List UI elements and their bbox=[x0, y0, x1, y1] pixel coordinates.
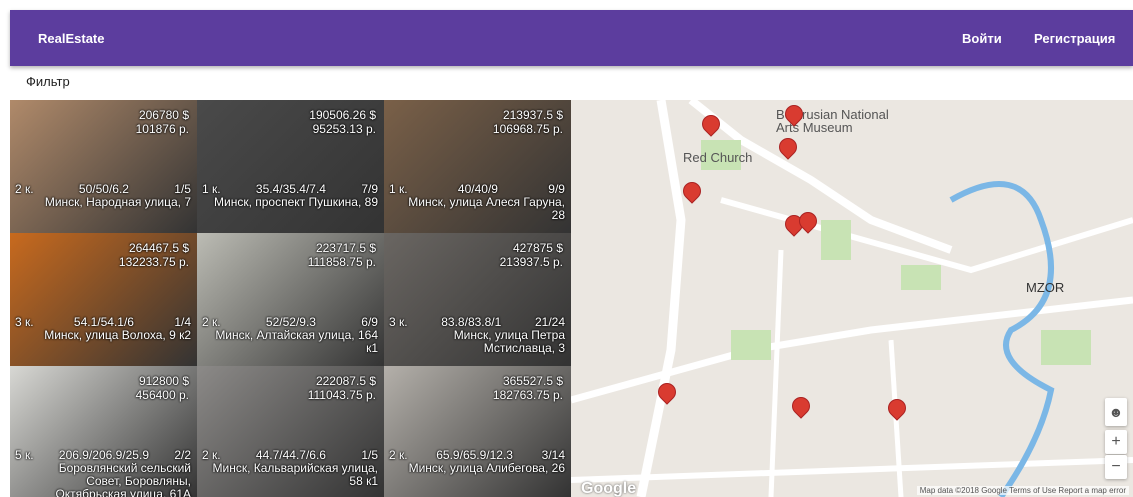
price-usd: 912800 $ bbox=[138, 374, 189, 388]
listing-card[interactable]: 912800 $456400 р. 5 к. 206.9/206.9/25.9 2/2… bbox=[10, 366, 197, 497]
listing-rooms: 1 к. bbox=[389, 182, 408, 196]
listing-rooms: 2 к. bbox=[15, 182, 34, 196]
listing-area: 35.4/35.4/7.4 bbox=[255, 182, 326, 196]
listing-price: 190506.26 $95253.13 р. bbox=[309, 108, 376, 136]
listing-area: 54.1/54.1/6 bbox=[73, 315, 134, 329]
price-usd: 427875 $ bbox=[512, 241, 563, 255]
listing-rooms: 1 к. bbox=[202, 182, 221, 196]
listing-rooms: 5 к. bbox=[15, 448, 34, 462]
login-link[interactable]: Войти bbox=[962, 31, 1002, 46]
map-attribution[interactable]: Map data ©2018 Google Terms of Use Repor… bbox=[916, 486, 1129, 495]
listing-rooms: 2 к. bbox=[389, 448, 408, 462]
map[interactable]: Belarusian National Arts Museum Red Chur… bbox=[571, 100, 1133, 497]
listing-card[interactable]: 223717.5 $111858.75 р. 2 к. 52/52/9.3 6/9 Ми… bbox=[197, 233, 384, 366]
listing-card[interactable]: 365527.5 $182763.75 р. 2 к. 65.9/65.9/12.3… bbox=[384, 366, 571, 497]
listing-meta: 2 к. 44.7/44.7/6.6 1/5 bbox=[202, 448, 378, 462]
listing-floor: 1/5 bbox=[361, 448, 378, 462]
listing-floor: 2/2 bbox=[174, 448, 191, 462]
listing-meta: 2 к. 52/52/9.3 6/9 bbox=[202, 315, 378, 329]
listing-area: 52/52/9.3 bbox=[265, 315, 316, 329]
listing-price: 264467.5 $132233.75 р. bbox=[119, 241, 189, 269]
listing-address: Минск, проспект Пушкина, 89 bbox=[214, 195, 378, 209]
map-label-mzor: MZOR bbox=[1026, 280, 1065, 295]
listing-area: 44.7/44.7/6.6 bbox=[255, 448, 326, 462]
listing-area: 206.9/206.9/25.9 bbox=[58, 448, 149, 462]
listing-floor: 9/9 bbox=[548, 182, 565, 196]
register-link[interactable]: Регистрация bbox=[1034, 31, 1115, 46]
listing-meta: 3 к. 54.1/54.1/6 1/4 bbox=[15, 315, 191, 329]
street-view-icon[interactable]: ☻ bbox=[1105, 398, 1127, 426]
listing-address: Минск, улица Алибегова, 26 bbox=[408, 461, 565, 475]
listing-price: 206780 $101876 р. bbox=[136, 108, 189, 136]
listing-address: Минск, Кальварийская улица, 58 к1 bbox=[212, 461, 379, 488]
listing-rooms: 3 к. bbox=[15, 315, 34, 329]
listing-address: Минск, улица Петра Мстиславца, 3 bbox=[453, 328, 565, 355]
listing-meta: 2 к. 50/50/6.2 1/5 bbox=[15, 182, 191, 196]
filter-toggle[interactable]: Фильтр bbox=[26, 74, 70, 89]
listing-area: 65.9/65.9/12.3 bbox=[436, 448, 513, 462]
price-byn: 213937.5 р. bbox=[499, 255, 563, 269]
listing-area: 50/50/6.2 bbox=[78, 182, 129, 196]
price-usd: 223717.5 $ bbox=[315, 241, 376, 255]
google-logo: Google bbox=[581, 480, 637, 497]
price-usd: 264467.5 $ bbox=[128, 241, 189, 255]
price-usd: 206780 $ bbox=[138, 108, 189, 122]
listing-price: 213937.5 $106968.75 р. bbox=[493, 108, 563, 136]
listing-price: 222087.5 $111043.75 р. bbox=[308, 374, 376, 402]
price-usd: 213937.5 $ bbox=[502, 108, 563, 122]
listing-floor: 6/9 bbox=[361, 315, 378, 329]
price-byn: 111043.75 р. bbox=[307, 388, 376, 402]
listing-card[interactable]: 427875 $213937.5 р. 3 к. 83.8/83.8/1 21/24 М… bbox=[384, 233, 571, 366]
price-byn: 101876 р. bbox=[135, 122, 189, 136]
listing-price: 223717.5 $111858.75 р. bbox=[308, 241, 376, 269]
price-byn: 111858.75 р. bbox=[307, 255, 376, 269]
listing-card[interactable]: 222087.5 $111043.75 р. 2 к. 44.7/44.7/6.6 1… bbox=[197, 366, 384, 497]
listing-address: Боровлянский сельский Совет, Боровляны, … bbox=[55, 461, 191, 497]
listing-area: 83.8/83.8/1 bbox=[441, 315, 502, 329]
listing-floor: 21/24 bbox=[534, 315, 565, 329]
listing-card[interactable]: 206780 $101876 р. 2 к. 50/50/6.2 1/5 Минск, … bbox=[10, 100, 197, 233]
listing-card[interactable]: 264467.5 $132233.75 р. 3 к. 54.1/54.1/6 1/4… bbox=[10, 233, 197, 366]
listing-floor: 1/5 bbox=[174, 182, 191, 196]
zoom-in-button[interactable]: + bbox=[1105, 430, 1127, 454]
listing-meta: 3 к. 83.8/83.8/1 21/24 bbox=[389, 315, 565, 329]
listing-address: Минск, Алтайская улица, 164 к1 bbox=[215, 328, 378, 355]
price-usd: 190506.26 $ bbox=[309, 108, 376, 122]
listing-card[interactable]: 190506.26 $95253.13 р. 1 к. 35.4/35.4/7.4 7… bbox=[197, 100, 384, 233]
listing-area: 40/40/9 bbox=[457, 182, 498, 196]
price-byn: 182763.75 р. bbox=[492, 388, 563, 402]
price-byn: 106968.75 р. bbox=[492, 122, 563, 136]
price-byn: 95253.13 р. bbox=[312, 122, 376, 136]
listing-grid: 206780 $101876 р. 2 к. 50/50/6.2 1/5 Минск, … bbox=[10, 100, 571, 497]
listing-meta: 2 к. 65.9/65.9/12.3 3/14 bbox=[389, 448, 565, 462]
app-bar: RealEstate Войти Регистрация bbox=[10, 10, 1133, 66]
listing-price: 365527.5 $182763.75 р. bbox=[493, 374, 563, 402]
listing-meta: 1 к. 35.4/35.4/7.4 7/9 bbox=[202, 182, 378, 196]
map-canvas[interactable] bbox=[571, 100, 1133, 497]
listing-price: 427875 $213937.5 р. bbox=[500, 241, 563, 269]
map-label-church: Red Church bbox=[683, 150, 753, 165]
listing-rooms: 2 к. bbox=[202, 315, 221, 329]
listing-address: Минск, Народная улица, 7 bbox=[44, 195, 191, 209]
listing-meta: 5 к. 206.9/206.9/25.9 2/2 bbox=[15, 448, 191, 462]
price-usd: 222087.5 $ bbox=[315, 374, 376, 388]
listing-rooms: 2 к. bbox=[202, 448, 221, 462]
listing-floor: 3/14 bbox=[541, 448, 565, 462]
listing-rooms: 3 к. bbox=[389, 315, 408, 329]
price-byn: 132233.75 р. bbox=[118, 255, 189, 269]
listing-address: Минск, улица Волоха, 9 к2 bbox=[44, 328, 191, 342]
listing-card[interactable]: 213937.5 $106968.75 р. 1 к. 40/40/9 9/9 Минс… bbox=[384, 100, 571, 233]
listing-floor: 7/9 bbox=[361, 182, 378, 196]
listing-meta: 1 к. 40/40/9 9/9 bbox=[389, 182, 565, 196]
brand-logo[interactable]: RealEstate bbox=[38, 31, 104, 46]
listing-price: 912800 $456400 р. bbox=[136, 374, 189, 402]
listing-address: Минск, улица Алеся Гаруна, 28 bbox=[408, 195, 565, 222]
price-usd: 365527.5 $ bbox=[502, 374, 563, 388]
zoom-out-button[interactable]: − bbox=[1105, 455, 1127, 479]
price-byn: 456400 р. bbox=[135, 388, 189, 402]
listing-floor: 1/4 bbox=[174, 315, 191, 329]
